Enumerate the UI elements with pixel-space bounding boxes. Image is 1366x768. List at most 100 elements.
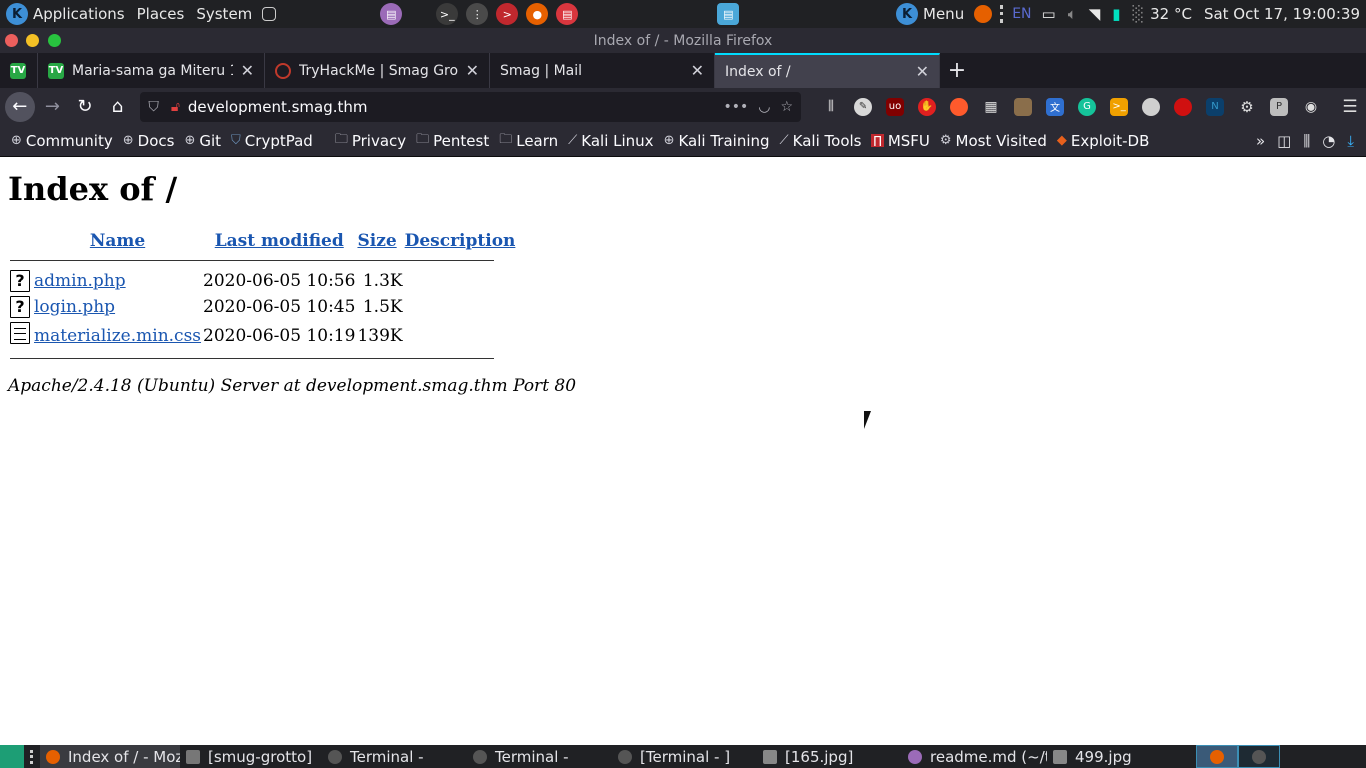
foxyproxy-icon[interactable]	[950, 97, 969, 116]
sort-by-modified-link[interactable]: Last modified	[215, 231, 344, 251]
root-terminal-launcher-icon[interactable]: ⋮	[466, 3, 489, 25]
bookmark-exploit-db[interactable]: ◆ Exploit-DB	[1052, 132, 1155, 150]
taskbar-item-image-499[interactable]: 499.jpg	[1047, 745, 1177, 768]
firefox-tray-icon[interactable]	[974, 5, 993, 23]
home-button[interactable]: ⌂	[103, 92, 133, 122]
pinned-tab[interactable]: TV	[0, 53, 38, 88]
tab-index-of[interactable]: Index of / ✕	[715, 53, 940, 88]
extension-icon[interactable]: ✎	[854, 97, 873, 116]
insecure-lock-icon[interactable]: 🔓︎	[171, 99, 180, 115]
tab-tryhackme[interactable]: TryHackMe | Smag Grotto ✕	[265, 53, 490, 88]
library-shelf-icon[interactable]: ⫼	[1303, 132, 1310, 150]
sort-by-description-link[interactable]: Description	[405, 231, 516, 251]
taskbar-item-terminal-2[interactable]: Terminal -	[467, 745, 612, 768]
pocket-icon[interactable]: ◡	[758, 99, 770, 115]
taskbar-item-image-165[interactable]: [165.jpg]	[757, 745, 902, 768]
file-link-materialize-css[interactable]: materialize.min.css	[34, 326, 201, 346]
terminal-launcher-icon[interactable]: >_	[436, 3, 459, 25]
workspace-1[interactable]	[1196, 745, 1238, 768]
system-menu[interactable]: System	[190, 0, 258, 28]
bookmark-kali-training[interactable]: ⊕ Kali Training	[659, 132, 775, 150]
bookmark-star-icon[interactable]: ☆	[780, 99, 793, 115]
url-bar[interactable]: ⛉ 🔓︎ development.smag.thm ••• ◡ ☆	[140, 91, 802, 122]
containers-icon[interactable]: ◔	[1322, 132, 1335, 150]
keyboard-layout[interactable]: EN	[1008, 0, 1035, 28]
close-window-button[interactable]	[5, 34, 18, 47]
back-button[interactable]: ←	[5, 91, 35, 122]
cookie-editor-icon[interactable]	[1174, 97, 1193, 116]
tracking-shield-icon[interactable]: ⛉	[148, 99, 159, 115]
grammarly-icon[interactable]: G	[1078, 97, 1097, 116]
battery-icon[interactable]: ▮	[1106, 0, 1126, 28]
file-manager-launcher-icon[interactable]: ▤	[717, 3, 740, 25]
handle-icon[interactable]	[30, 749, 34, 764]
bookmark-folder-privacy[interactable]: 🗀︎ Privacy	[330, 130, 411, 152]
user-agent-switcher-icon[interactable]	[1014, 97, 1033, 116]
bookmark-most-visited[interactable]: ⚙ Most Visited	[935, 132, 1052, 150]
firefox-account-icon[interactable]: ◉	[1302, 98, 1320, 116]
settings-gear-icon[interactable]: ⚙	[1238, 98, 1256, 116]
wappalyzer-icon[interactable]: N	[1206, 97, 1225, 116]
adblock-icon[interactable]: ✋	[918, 97, 937, 116]
workspace-2[interactable]	[1238, 745, 1280, 768]
downloads-icon[interactable]: ⤓	[1347, 132, 1354, 150]
close-tab-icon[interactable]: ✕	[466, 61, 479, 80]
temperature[interactable]: 32 °C	[1150, 0, 1198, 28]
apps-grid-icon[interactable]: ▦	[982, 98, 1000, 116]
new-tab-button[interactable]: +	[940, 53, 974, 88]
places-menu[interactable]: Places	[131, 0, 191, 28]
notes-launcher-icon[interactable]: ▤	[556, 3, 579, 25]
terminal-ext-icon[interactable]: >_	[1110, 97, 1129, 116]
taskbar-item-firefox[interactable]: Index of / - Moz...	[40, 745, 180, 768]
show-desktop-button[interactable]	[0, 745, 24, 768]
chevron-overflow-icon[interactable]: »	[1256, 132, 1265, 150]
metasploit-launcher-icon[interactable]: >	[496, 3, 519, 25]
display-icon[interactable]: ▭	[1036, 0, 1062, 28]
minimize-window-button[interactable]	[26, 34, 39, 47]
tab-maria-sama[interactable]: TV Maria-sama ga Miteru 1st ✕	[38, 53, 265, 88]
close-tab-icon[interactable]: ✕	[916, 62, 929, 81]
bookmark-cryptpad[interactable]: ⛉ CryptPad	[226, 132, 318, 150]
sort-by-name-link[interactable]: Name	[90, 231, 145, 251]
bookmark-community[interactable]: ⊕ Community	[6, 132, 118, 150]
bookmark-kali-tools[interactable]: ⟋ Kali Tools	[775, 132, 867, 150]
bookmark-folder-pentest[interactable]: 🗀︎ Pentest	[411, 130, 494, 152]
sort-by-size-link[interactable]: Size	[357, 231, 396, 251]
privacy-badger-icon[interactable]	[1142, 97, 1161, 116]
reload-button[interactable]: ↻	[70, 92, 100, 122]
firefox-launcher-icon[interactable]: ●	[526, 3, 549, 25]
window-titlebar[interactable]: Index of / - Mozilla Firefox	[0, 28, 1366, 53]
wifi-icon[interactable]: ◥	[1083, 0, 1107, 28]
url-text[interactable]: development.smag.thm	[188, 98, 714, 116]
whisker-menu[interactable]: K Menu	[890, 0, 970, 28]
show-desktop-icon[interactable]	[262, 7, 277, 21]
taskbar-item-file-manager[interactable]: [smug-grotto]	[180, 745, 322, 768]
page-actions-icon[interactable]: •••	[723, 99, 748, 115]
sidebar-icon[interactable]: ◫	[1277, 132, 1291, 150]
taskbar-item-terminal-1[interactable]: Terminal -	[322, 745, 467, 768]
bookmark-git[interactable]: ⊕ Git	[179, 132, 226, 150]
file-link-admin-php[interactable]: admin.php	[34, 271, 126, 291]
clock[interactable]: Sat Oct 17, 19:00:39	[1198, 0, 1366, 28]
applications-menu[interactable]: K Applications	[0, 0, 131, 28]
bookmark-folder-learn[interactable]: 🗀︎ Learn	[494, 130, 563, 152]
hamburger-menu-icon[interactable]: ☰	[1341, 97, 1359, 117]
taskbar-item-terminal-3[interactable]: [Terminal - ]	[612, 745, 757, 768]
bookmark-kali-linux[interactable]: ⟋ Kali Linux	[563, 132, 658, 150]
maximize-window-button[interactable]	[48, 34, 61, 47]
file-link-login-php[interactable]: login.php	[34, 297, 115, 317]
tab-smag-mail[interactable]: Smag | Mail ✕	[490, 53, 715, 88]
close-tab-icon[interactable]: ✕	[691, 61, 704, 80]
library-icon[interactable]: ⫼	[822, 98, 840, 116]
text-editor-launcher-icon[interactable]: ▤	[380, 3, 403, 25]
ublock-origin-icon[interactable]: uo	[886, 97, 905, 116]
volume-icon[interactable]: 🔈︎	[1062, 0, 1083, 28]
close-tab-icon[interactable]: ✕	[241, 61, 254, 80]
taskbar-item-readme[interactable]: readme.md (~/t...	[902, 745, 1047, 768]
translate-icon[interactable]: 文	[1046, 97, 1065, 116]
bookmark-label: MSFU	[887, 131, 930, 150]
pastebin-icon[interactable]: P	[1270, 97, 1289, 116]
forward-button[interactable]: →	[38, 92, 68, 122]
bookmark-docs[interactable]: ⊕ Docs	[118, 132, 180, 150]
bookmark-msfu[interactable]: ∏ MSFU	[866, 132, 934, 150]
